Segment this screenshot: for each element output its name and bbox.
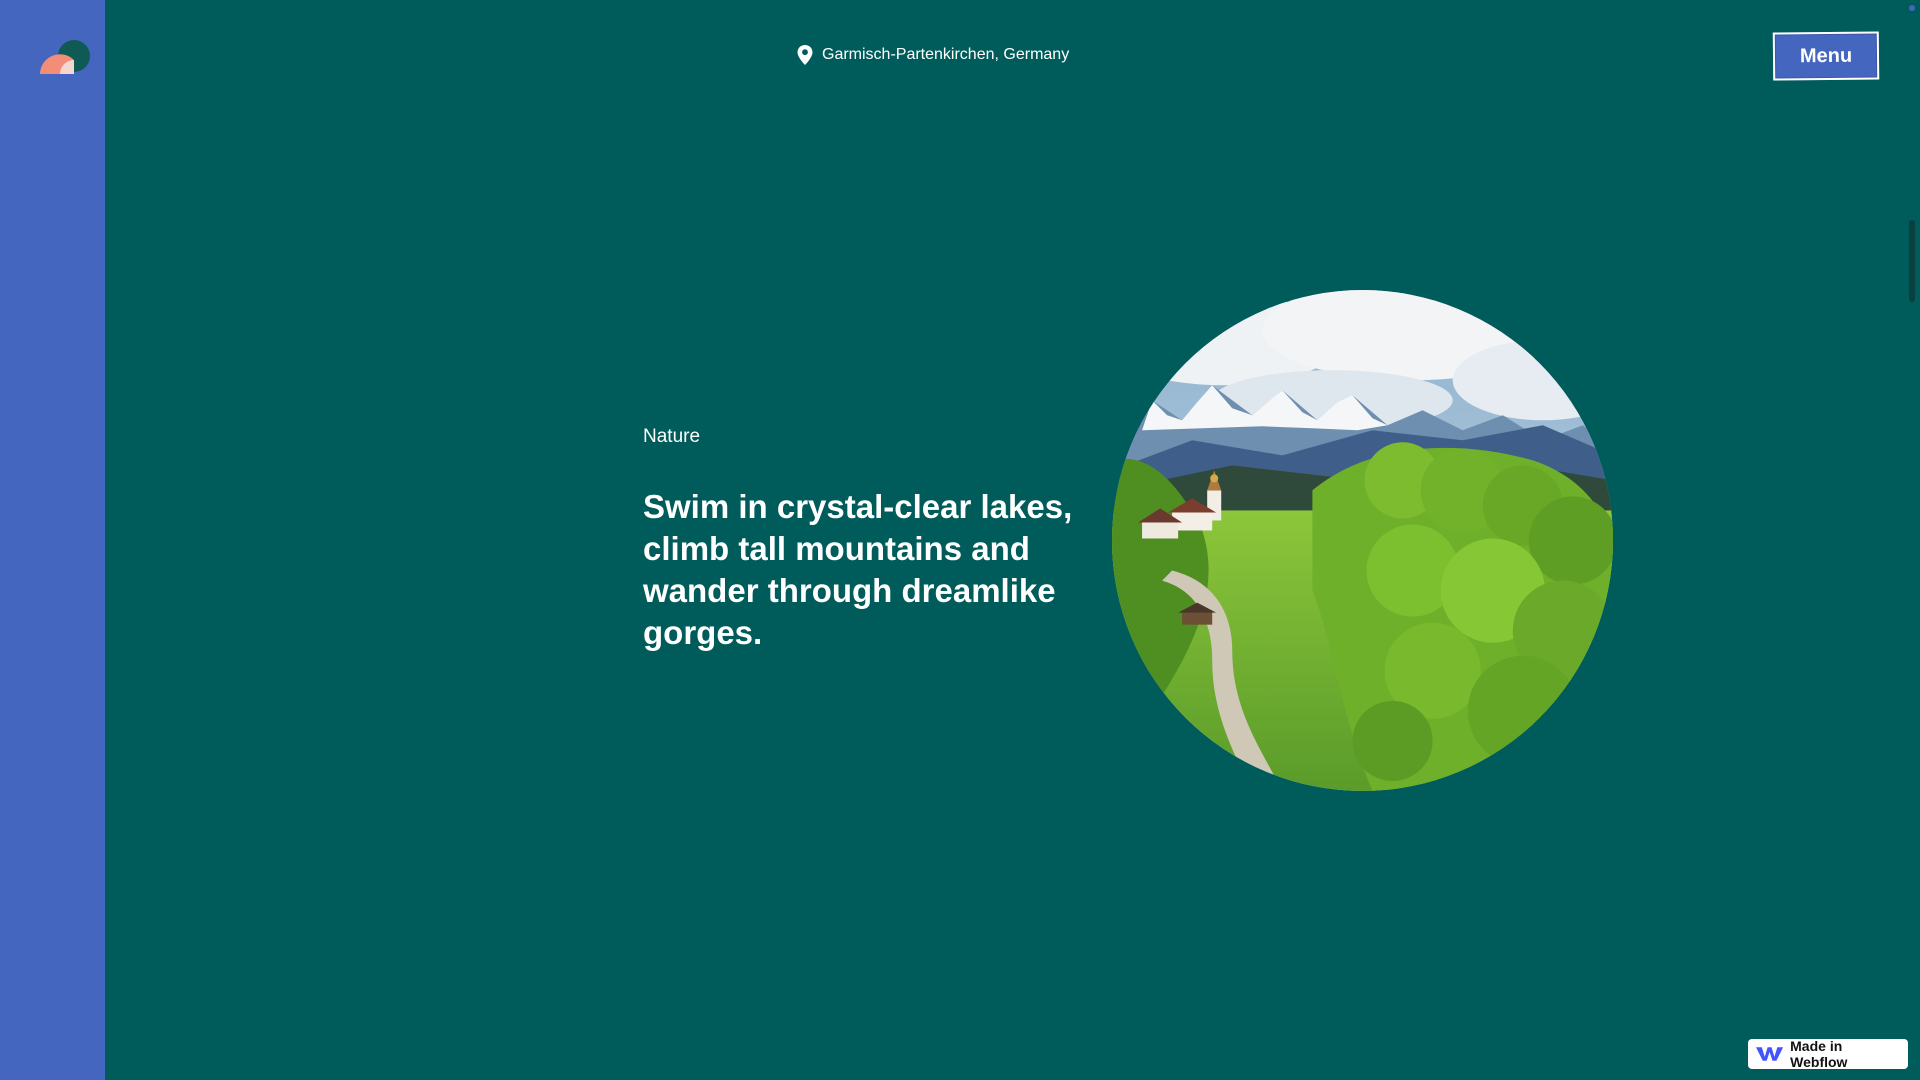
- section-eyebrow: Nature: [643, 426, 701, 447]
- webflow-logo-icon: [1756, 1047, 1784, 1061]
- menu-button[interactable]: Menu: [1772, 31, 1880, 81]
- logo-icon[interactable]: [38, 38, 94, 76]
- nature-photo: [1112, 290, 1613, 791]
- corner-dot: [1909, 5, 1915, 11]
- hero-headline: Swim in crystal-clear lakes, climb tall …: [643, 488, 1073, 651]
- page: Garmisch-Partenkirchen, Germany Menu Nat…: [0, 0, 1920, 1080]
- made-in-webflow-badge[interactable]: Made in Webflow: [1748, 1038, 1908, 1070]
- scrollbar-thumb[interactable]: [1909, 220, 1915, 302]
- location-label: Garmisch-Partenkirchen, Germany: [796, 44, 1069, 66]
- webflow-badge-label: Made in Webflow: [1790, 1038, 1848, 1070]
- location-text: Garmisch-Partenkirchen, Germany: [822, 46, 1070, 63]
- map-pin-icon: [797, 45, 813, 65]
- sidebar: [0, 0, 105, 1080]
